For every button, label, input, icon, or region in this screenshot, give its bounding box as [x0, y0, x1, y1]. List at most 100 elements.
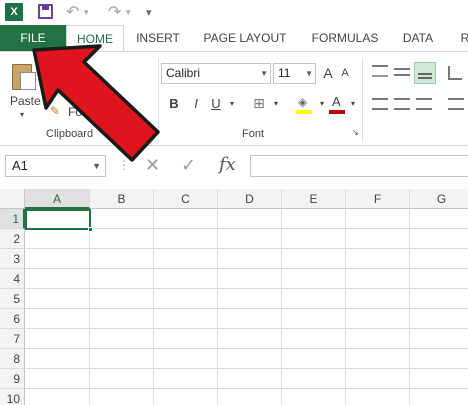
- cell-f6[interactable]: [346, 309, 410, 329]
- tab-review[interactable]: R: [458, 25, 468, 51]
- cell-e6[interactable]: [282, 309, 346, 329]
- cell-a5[interactable]: [25, 289, 90, 309]
- cell-e7[interactable]: [282, 329, 346, 349]
- cell-e5[interactable]: [282, 289, 346, 309]
- cell-b8[interactable]: [90, 349, 154, 369]
- cell-a9[interactable]: [25, 369, 90, 389]
- align-middle-icon[interactable]: [394, 68, 410, 76]
- cell-d7[interactable]: [218, 329, 282, 349]
- cell-b5[interactable]: [90, 289, 154, 309]
- column-header-a[interactable]: A: [25, 189, 90, 209]
- row-header-5[interactable]: 5: [0, 289, 25, 309]
- cell-e9[interactable]: [282, 369, 346, 389]
- cell-d9[interactable]: [218, 369, 282, 389]
- cell-g6[interactable]: [410, 309, 468, 329]
- paste-icon[interactable]: [12, 60, 38, 90]
- cell-e3[interactable]: [282, 249, 346, 269]
- cell-g3[interactable]: [410, 249, 468, 269]
- clipboard-launcher-icon[interactable]: ↘: [148, 128, 155, 137]
- font-color-dropdown-icon[interactable]: ▾: [345, 99, 361, 108]
- underline-dropdown-icon[interactable]: ▾: [224, 99, 240, 108]
- cell-a3[interactable]: [25, 249, 90, 269]
- column-header-d[interactable]: D: [218, 189, 282, 209]
- cell-d1[interactable]: [218, 209, 282, 229]
- row-header-3[interactable]: 3: [0, 249, 25, 269]
- cell-a4[interactable]: [25, 269, 90, 289]
- borders-icon[interactable]: ⊞: [251, 95, 267, 112]
- cell-g4[interactable]: [410, 269, 468, 289]
- copy-icon[interactable]: ⧉: [48, 65, 56, 78]
- enter-icon[interactable]: ✓: [181, 155, 196, 176]
- cell-g1[interactable]: [410, 209, 468, 229]
- fill-color-dropdown-icon[interactable]: ▾: [314, 99, 330, 108]
- cell-g8[interactable]: [410, 349, 468, 369]
- cell-d2[interactable]: [218, 229, 282, 249]
- cell-g9[interactable]: [410, 369, 468, 389]
- cell-f9[interactable]: [346, 369, 410, 389]
- row-header-4[interactable]: 4: [0, 269, 25, 289]
- redo-icon[interactable]: ↷: [108, 2, 121, 22]
- cell-g10[interactable]: [410, 389, 468, 405]
- cell-e4[interactable]: [282, 269, 346, 289]
- cell-b6[interactable]: [90, 309, 154, 329]
- cell-a6[interactable]: [25, 309, 90, 329]
- orientation-icon[interactable]: [448, 66, 462, 80]
- cell-c1[interactable]: [154, 209, 218, 229]
- font-size-combo[interactable]: 11 ▼: [273, 63, 316, 84]
- insert-function-icon[interactable]: fx: [219, 154, 236, 175]
- shrink-font-button[interactable]: A: [337, 67, 353, 79]
- cell-d3[interactable]: [218, 249, 282, 269]
- cell-c6[interactable]: [154, 309, 218, 329]
- splitter-handle-icon[interactable]: ⋮: [118, 158, 130, 172]
- paste-button[interactable]: Paste: [10, 94, 41, 108]
- align-center-icon[interactable]: [394, 98, 410, 110]
- cancel-icon[interactable]: ✕: [145, 155, 160, 176]
- cell-c4[interactable]: [154, 269, 218, 289]
- cell-g5[interactable]: [410, 289, 468, 309]
- row-header-1[interactable]: 1: [0, 209, 25, 229]
- cell-b1[interactable]: [90, 209, 154, 229]
- save-icon[interactable]: [38, 4, 53, 19]
- copy-button[interactable]: Copy: [66, 82, 94, 96]
- cell-d4[interactable]: [218, 269, 282, 289]
- cell-a2[interactable]: [25, 229, 90, 249]
- name-box[interactable]: A1 ▼: [5, 155, 106, 177]
- cell-b3[interactable]: [90, 249, 154, 269]
- bold-button[interactable]: B: [166, 96, 182, 111]
- format-painter-button[interactable]: Format Pa: [68, 105, 124, 119]
- cell-a10[interactable]: [25, 389, 90, 405]
- cell-f5[interactable]: [346, 289, 410, 309]
- cell-b9[interactable]: [90, 369, 154, 389]
- row-header-9[interactable]: 9: [0, 369, 25, 389]
- italic-button[interactable]: I: [188, 96, 204, 111]
- font-launcher-icon[interactable]: ↘: [352, 128, 359, 137]
- formula-input[interactable]: [250, 155, 468, 177]
- cell-f1[interactable]: [346, 209, 410, 229]
- align-top-icon[interactable]: [372, 65, 388, 77]
- cell-d6[interactable]: [218, 309, 282, 329]
- cell-b7[interactable]: [90, 329, 154, 349]
- tab-formulas[interactable]: FORMULAS: [305, 25, 385, 51]
- cell-e8[interactable]: [282, 349, 346, 369]
- cell-c3[interactable]: [154, 249, 218, 269]
- cell-b10[interactable]: [90, 389, 154, 405]
- cell-f7[interactable]: [346, 329, 410, 349]
- tab-insert[interactable]: INSERT: [132, 25, 184, 51]
- cell-d10[interactable]: [218, 389, 282, 405]
- tab-page-layout[interactable]: PAGE LAYOUT: [196, 25, 294, 51]
- grow-font-button[interactable]: A: [320, 65, 336, 81]
- cell-e1[interactable]: [282, 209, 346, 229]
- cell-f4[interactable]: [346, 269, 410, 289]
- align-bottom-icon[interactable]: [414, 62, 436, 84]
- cell-d8[interactable]: [218, 349, 282, 369]
- cell-f2[interactable]: [346, 229, 410, 249]
- tab-home[interactable]: HOME: [66, 25, 124, 52]
- column-header-g[interactable]: G: [410, 189, 468, 209]
- customize-toolbar-icon[interactable]: ▾: [146, 6, 152, 19]
- column-header-b[interactable]: B: [90, 189, 154, 209]
- cell-f3[interactable]: [346, 249, 410, 269]
- cell-e2[interactable]: [282, 229, 346, 249]
- cell-b2[interactable]: [90, 229, 154, 249]
- cell-a7[interactable]: [25, 329, 90, 349]
- row-header-10[interactable]: 10: [0, 389, 25, 405]
